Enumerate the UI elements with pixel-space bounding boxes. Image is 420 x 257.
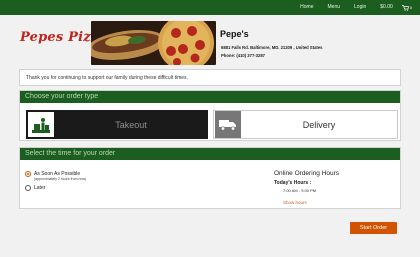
order-type-heading: Choose your order type xyxy=(25,93,99,100)
restaurant-header: Pepes Pizza Pepe's 6881 Falls Rd. Baltim… xyxy=(18,21,402,66)
todays-hours-time: 7:00 AM - 9:00 PM xyxy=(283,188,317,193)
order-type-header: Choose your order type xyxy=(20,91,400,103)
ordering-hours: Online Ordering Hours Today's Hours : 7:… xyxy=(274,170,394,205)
takeout-label: Takeout xyxy=(115,119,147,130)
delivery-label: Delivery xyxy=(302,119,336,130)
restaurant-phone: Phone: (410) 377-3287 xyxy=(221,53,265,58)
takeout-icon xyxy=(28,112,54,137)
takeout-option[interactable]: Takeout xyxy=(26,110,208,139)
cart-icon xyxy=(401,4,409,11)
asap-note: (approximately 2 hours from now) xyxy=(34,177,87,181)
todays-hours-label: Today's Hours : xyxy=(274,180,312,186)
order-time-header: Select the time for your order xyxy=(20,148,400,160)
asap-radio[interactable] xyxy=(25,171,31,177)
top-nav: Home Menu Login $0.00 0 xyxy=(293,0,412,15)
show-hours-link[interactable]: Show hours xyxy=(283,200,394,205)
top-nav-bar: Home Menu Login $0.00 0 xyxy=(0,0,420,15)
nav-login-link[interactable]: Login xyxy=(347,0,373,15)
order-type-panel: Choose your order type Takeout Delivery xyxy=(19,90,401,141)
cart-count-badge: 0 xyxy=(409,4,412,10)
restaurant-address: 6881 Falls Rd. Baltimore, MD. 21209 , Un… xyxy=(221,45,323,50)
order-time-heading: Select the time for your order xyxy=(25,150,116,157)
later-radio[interactable] xyxy=(25,185,31,191)
delivery-option[interactable]: Delivery xyxy=(213,110,398,139)
notice-text: Thank you for continuing to support our … xyxy=(26,75,188,81)
order-time-panel: Select the time for your order As Soon A… xyxy=(19,147,401,209)
asap-option[interactable]: As Soon As Possible (approximately 2 hou… xyxy=(25,171,86,181)
later-option[interactable]: Later xyxy=(25,185,45,191)
later-label: Later xyxy=(34,185,46,191)
food-banner-image xyxy=(91,21,216,65)
restaurant-name: Pepe's xyxy=(220,29,249,39)
nav-home-link[interactable]: Home xyxy=(293,0,320,15)
ordering-hours-title: Online Ordering Hours xyxy=(274,170,340,177)
start-order-button[interactable]: Start Order xyxy=(350,222,397,234)
notice-panel: Thank you for continuing to support our … xyxy=(19,69,401,86)
delivery-truck-icon xyxy=(215,111,241,138)
cart-button[interactable]: 0 xyxy=(400,4,412,11)
cart-total[interactable]: $0.00 xyxy=(373,0,400,15)
nav-menu-link[interactable]: Menu xyxy=(321,0,348,15)
food-banner-graphic xyxy=(91,21,216,65)
